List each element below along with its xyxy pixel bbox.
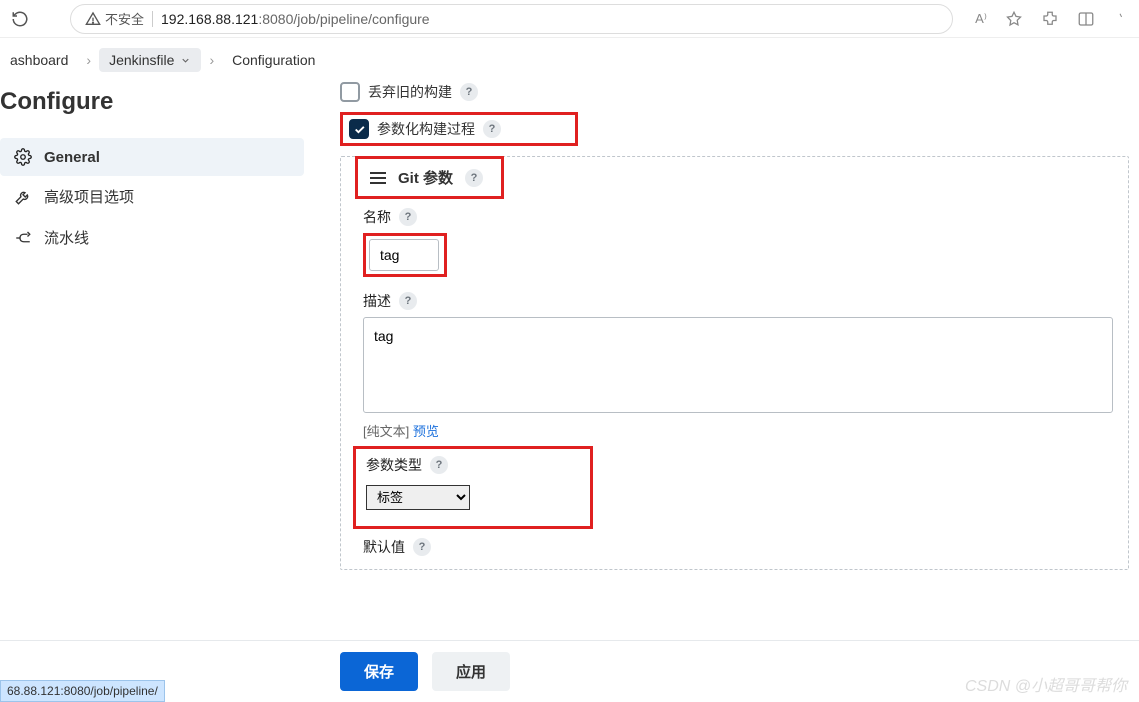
sidebar-icon[interactable] — [1077, 10, 1095, 28]
help-icon[interactable]: ? — [413, 538, 431, 556]
param-type-label-row: 参数类型 ? — [366, 455, 580, 475]
address-bar[interactable]: 不安全 192.168.88.121:8080/job/pipeline/con… — [70, 4, 953, 34]
sidebar-item-advanced[interactable]: 高级项目选项 — [0, 176, 304, 217]
description-label-row: 描述 ? — [363, 291, 1128, 311]
git-param-title: Git 参数 — [398, 167, 453, 188]
browser-toolbar: 不安全 192.168.88.121:8080/job/pipeline/con… — [0, 0, 1139, 38]
chevron-right-icon: › — [209, 52, 214, 68]
status-bar: 68.88.121:8080/job/pipeline/ — [0, 680, 165, 702]
content-area: 丢弃旧的构建 ? 参数化构建过程 ? Git 参数 ? 名称 ? — [310, 82, 1139, 654]
description-label: 描述 — [363, 291, 391, 311]
discard-old-builds-row: 丢弃旧的构建 ? — [340, 82, 1129, 102]
plaintext-label: [纯文本] — [363, 424, 413, 439]
help-icon[interactable]: ? — [465, 169, 483, 187]
default-value-label: 默认值 — [363, 537, 405, 557]
param-type-label: 参数类型 — [366, 455, 422, 475]
breadcrumb-configuration[interactable]: Configuration — [222, 48, 325, 72]
sidebar-item-general[interactable]: General — [0, 138, 304, 176]
save-button[interactable]: 保存 — [340, 652, 418, 691]
sidebar-item-label: 流水线 — [44, 227, 89, 248]
help-icon[interactable]: ? — [483, 120, 501, 138]
page-title: Configure — [0, 82, 304, 138]
main-area: Configure General 高级项目选项 流水线 — [0, 82, 1139, 654]
discard-checkbox[interactable] — [340, 82, 360, 102]
star-icon[interactable] — [1005, 10, 1023, 28]
divider — [152, 11, 153, 27]
extension-icon[interactable] — [1041, 10, 1059, 28]
sidebar-list: General 高级项目选项 流水线 — [0, 138, 304, 258]
help-icon[interactable]: ? — [460, 83, 478, 101]
name-label: 名称 — [363, 207, 391, 227]
parametrized-build-row: 参数化构建过程 ? — [340, 112, 1129, 146]
breadcrumb-label: Jenkinsfile — [109, 52, 174, 68]
breadcrumb-dashboard[interactable]: ashboard — [0, 48, 78, 72]
toolbar-icons: A⁾ — [975, 10, 1131, 28]
git-param-frame: Git 参数 ? 名称 ? 描述 ? [纯文本] 预览 — [340, 156, 1129, 570]
default-value-label-row: 默认值 ? — [363, 537, 1128, 557]
description-textarea[interactable] — [363, 317, 1113, 413]
default-value-block: 默认值 ? — [341, 529, 1128, 569]
chevron-right-icon: › — [86, 52, 91, 68]
apply-button[interactable]: 应用 — [432, 652, 510, 691]
preview-row: [纯文本] 预览 — [363, 421, 1128, 440]
help-icon[interactable]: ? — [399, 292, 417, 310]
name-input[interactable] — [369, 239, 439, 271]
pipeline-icon — [14, 229, 32, 247]
reload-button[interactable] — [8, 7, 32, 31]
breadcrumb: ashboard › Jenkinsfile › Configuration — [0, 38, 1139, 82]
help-icon[interactable]: ? — [430, 456, 448, 474]
sidebar-item-label: 高级项目选项 — [44, 186, 134, 207]
help-icon[interactable]: ? — [399, 208, 417, 226]
parametrized-label: 参数化构建过程 — [377, 119, 475, 139]
watermark: CSDN @小超哥哥帮你 — [965, 672, 1127, 696]
discard-label: 丢弃旧的构建 — [368, 82, 452, 102]
insecure-label: 不安全 — [105, 9, 144, 28]
wrench-icon — [14, 188, 32, 206]
insecure-badge: 不安全 — [85, 9, 144, 28]
preview-link[interactable]: 预览 — [413, 424, 439, 439]
warning-icon — [85, 11, 101, 27]
url-display: 192.168.88.121:8080/job/pipeline/configu… — [161, 11, 430, 27]
gear-icon — [14, 148, 32, 166]
more-icon[interactable] — [1113, 10, 1127, 28]
description-field-block: 描述 ? [纯文本] 预览 — [341, 283, 1128, 446]
name-label-row: 名称 ? — [363, 207, 1128, 227]
sidebar-item-label: General — [44, 149, 100, 166]
sidebar-item-pipeline[interactable]: 流水线 — [0, 217, 304, 258]
drag-handle-icon[interactable] — [370, 172, 386, 184]
name-field-block: 名称 ? — [341, 199, 1128, 283]
reload-icon — [11, 10, 29, 28]
param-type-select[interactable]: 标签 — [366, 485, 470, 510]
text-size-button[interactable]: A⁾ — [975, 11, 987, 27]
param-type-block: 参数类型 ? 标签 — [353, 446, 593, 529]
git-param-header[interactable]: Git 参数 ? — [355, 156, 504, 199]
chevron-down-icon — [180, 55, 191, 66]
sidebar: Configure General 高级项目选项 流水线 — [0, 82, 310, 654]
breadcrumb-jenkinsfile[interactable]: Jenkinsfile — [99, 48, 201, 72]
parametrized-checkbox[interactable] — [349, 119, 369, 139]
